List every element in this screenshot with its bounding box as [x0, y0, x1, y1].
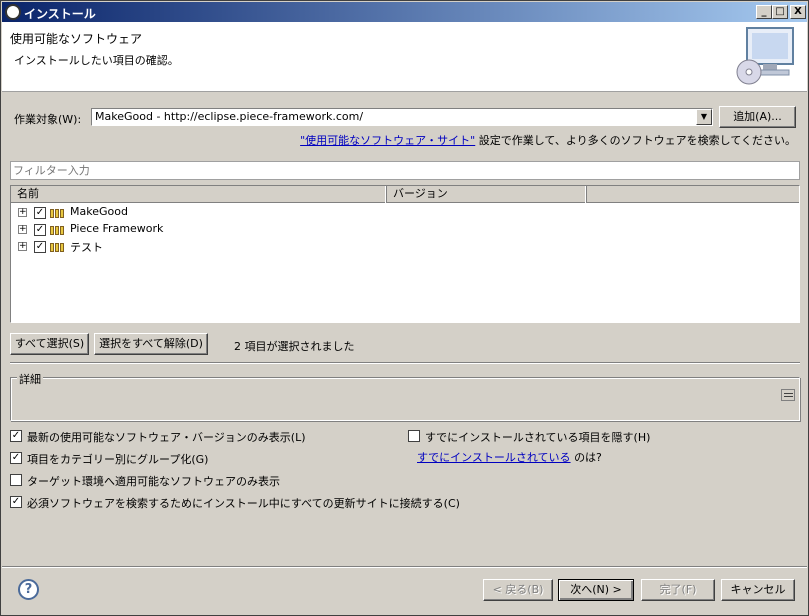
site-note-text: 設定で作業して、より多くのソフトウェアを検索してください。 [478, 134, 796, 147]
option-label: ターゲット環境へ適用可能なソフトウェアのみ表示 [27, 475, 280, 488]
checkbox-piece-framework[interactable]: ✓ [34, 224, 46, 236]
help-icon[interactable]: ? [18, 579, 39, 600]
tree-item-label: MakeGood [70, 205, 128, 218]
already-installed-link[interactable]: すでにインストールされている [417, 451, 571, 464]
package-icon [50, 208, 66, 218]
expand-icon[interactable]: + [18, 242, 27, 251]
details-group: 詳細 [10, 371, 800, 421]
finish-button[interactable]: 完了(F) [641, 579, 715, 601]
work-with-value: MakeGood - http://eclipse.piece-framewor… [95, 110, 364, 123]
filter-input[interactable] [11, 162, 799, 179]
filter-field[interactable] [10, 161, 800, 180]
separator [10, 362, 800, 364]
details-toggle-icon[interactable] [781, 389, 795, 401]
option-label: 最新の使用可能なソフトウェア・バージョンのみ表示(L) [27, 431, 306, 444]
checkbox-makegood[interactable]: ✓ [34, 207, 46, 219]
software-tree[interactable]: 名前 バージョン + ✓ MakeGood + ✓ Piece Framewor… [10, 185, 800, 323]
next-button[interactable]: 次へ(N) > [558, 579, 634, 601]
expand-icon[interactable]: + [18, 225, 27, 234]
tree-header: 名前 バージョン [11, 186, 799, 203]
window-title: インストール [24, 7, 96, 21]
tree-row-piece-framework[interactable]: + ✓ Piece Framework [11, 221, 799, 238]
eclipse-icon [5, 4, 21, 20]
close-button[interactable]: X [790, 5, 806, 19]
column-version[interactable]: バージョン [387, 186, 587, 203]
checkbox-contact-all-sites[interactable]: ✓ [10, 496, 22, 508]
tree-row-test[interactable]: + ✓ テスト [11, 238, 799, 255]
option-label: 必須ソフトウェアを検索するためにインストール中にすべての更新サイトに接続する(C… [27, 497, 460, 510]
work-with-label: 作業対象(W): [14, 113, 82, 126]
page-subtitle: インストールしたい項目の確認。 [14, 54, 179, 67]
wizard-header: 使用可能なソフトウェア インストールしたい項目の確認。 [2, 22, 807, 92]
checkbox-latest-only[interactable]: ✓ [10, 430, 22, 442]
checkbox-hide-installed[interactable] [408, 430, 420, 442]
footer-separator [2, 566, 807, 568]
title-bar[interactable]: インストール _ □ X [2, 2, 807, 22]
minimize-button[interactable]: _ [756, 5, 772, 19]
maximize-button[interactable]: □ [772, 5, 788, 19]
checkbox-group-by-category[interactable]: ✓ [10, 452, 22, 464]
checkbox-test[interactable]: ✓ [34, 241, 46, 253]
deselect-all-button[interactable]: 選択をすべて解除(D) [94, 333, 208, 355]
page-title: 使用可能なソフトウェア [10, 32, 143, 46]
available-sites-link[interactable]: "使用可能なソフトウェア・サイト" [300, 134, 475, 147]
column-name[interactable]: 名前 [11, 186, 387, 203]
tree-item-label: テスト [70, 241, 103, 254]
details-label: 詳細 [17, 371, 43, 387]
add-site-button[interactable]: 追加(A)... [719, 106, 796, 128]
cancel-button[interactable]: キャンセル [721, 579, 795, 601]
expand-icon[interactable]: + [18, 208, 27, 217]
checkbox-target-only[interactable] [10, 474, 22, 486]
tree-item-label: Piece Framework [70, 222, 164, 235]
monitor-cd-icon [736, 27, 794, 85]
package-icon [50, 242, 66, 252]
installed-suffix: のは? [574, 451, 602, 464]
tree-row-makegood[interactable]: + ✓ MakeGood [11, 204, 799, 221]
install-dialog: インストール _ □ X 使用可能なソフトウェア インストールしたい項目の確認。… [0, 0, 809, 616]
site-note: "使用可能なソフトウェア・サイト" 設定で作業して、より多くのソフトウェアを検索… [300, 132, 796, 148]
selection-status: 2 項目が選択されました [234, 340, 355, 353]
installed-note: すでにインストールされている のは? [417, 449, 602, 465]
dropdown-arrow-icon[interactable]: ▼ [696, 109, 712, 125]
select-all-button[interactable]: すべて選択(S) [10, 333, 89, 355]
package-icon [50, 225, 66, 235]
back-button[interactable]: < 戻る(B) [483, 579, 553, 601]
work-with-combo[interactable]: MakeGood - http://eclipse.piece-framewor… [91, 108, 713, 126]
option-label: 項目をカテゴリー別にグループ化(G) [27, 453, 209, 466]
option-label: すでにインストールされている項目を隠す(H) [425, 431, 651, 444]
